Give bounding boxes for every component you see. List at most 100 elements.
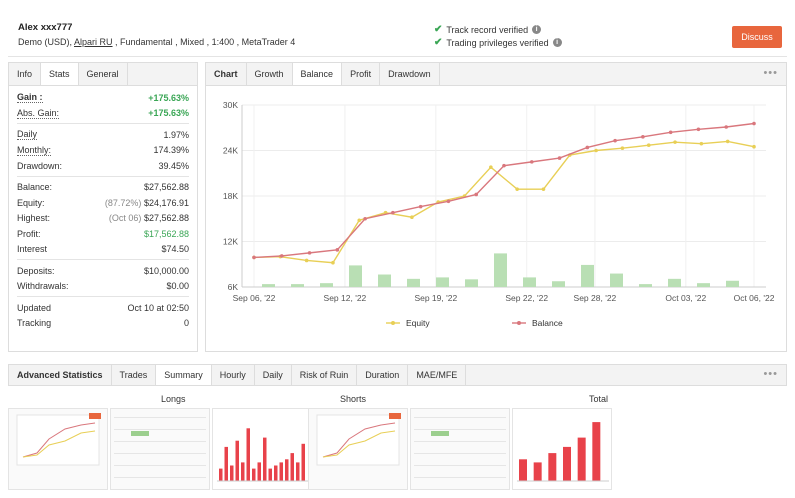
chart-tabbar: Chart Growth Balance Profit Drawdown ••• [206, 63, 786, 86]
updated-label: Updated [17, 302, 52, 313]
abs-gain-label[interactable]: Abs. Gain: [17, 108, 60, 119]
daily-label[interactable]: Daily [17, 129, 38, 141]
data-point-balance [418, 204, 423, 209]
legend-label-balance: Balance [532, 318, 563, 328]
data-point-balance [474, 192, 479, 197]
stat-row-balance: Balance: $27,562.88 [17, 180, 189, 196]
tab-balance[interactable]: Balance [292, 63, 343, 85]
interest-label: Interest [17, 244, 48, 255]
data-point-balance [391, 210, 395, 215]
monthly-label[interactable]: Monthly: [17, 145, 52, 156]
stat-row-gain: Gain : +175.63% [17, 90, 189, 106]
y-tick-label: 12K [223, 237, 238, 247]
data-point-equity [357, 218, 362, 223]
tab-duration[interactable]: Duration [357, 365, 409, 385]
stat-row-interest: Interest $74.50 [17, 242, 189, 258]
divider [17, 259, 189, 260]
data-point-balance [363, 216, 367, 221]
x-tick-label: Sep 06, '22 [233, 293, 276, 303]
data-point-equity [331, 260, 335, 265]
stat-row-withdrawals: Withdrawals: $0.00 [17, 279, 189, 295]
volume-bar [262, 284, 275, 287]
account-meta-suffix: , Fundamental , Mixed , 1:400 , MetaTrad… [112, 37, 296, 47]
shorts-mini-table [410, 408, 510, 490]
legend-label-equity: Equity [406, 318, 430, 328]
tab-growth[interactable]: Growth [247, 63, 293, 85]
highest-value-group: (Oct 06) $27,562.88 [109, 213, 189, 223]
tab-general[interactable]: General [79, 63, 128, 85]
check-icon: ✔ [434, 24, 443, 35]
data-point-equity [752, 144, 756, 149]
data-point-balance [613, 138, 617, 143]
mini-bar [274, 465, 278, 481]
tab-daily[interactable]: Daily [255, 365, 292, 385]
y-tick-label: 24K [223, 146, 238, 156]
stat-row-abs-gain: Abs. Gain: +175.63% [17, 106, 189, 122]
stat-row-profit: Profit: $17,562.88 [17, 226, 189, 242]
tab-chart[interactable]: Chart [206, 63, 247, 85]
left-tabbar: Info Stats General [9, 63, 197, 86]
data-point-balance [502, 163, 506, 168]
tab-risk-of-ruin[interactable]: Risk of Ruin [292, 365, 358, 385]
more-options-icon[interactable]: ••• [763, 368, 778, 380]
gain-label[interactable]: Gain : [17, 92, 43, 104]
stat-row-drawdown: Drawdown: 39.45% [17, 158, 189, 174]
data-point-equity [541, 187, 546, 191]
data-point-balance [307, 251, 312, 255]
y-tick-label: 6K [228, 282, 239, 292]
stat-row-monthly: Monthly: 174.39% [17, 143, 189, 159]
volume-bar [668, 278, 681, 287]
data-point-balance [585, 145, 590, 150]
volume-bar [378, 274, 391, 287]
tab-advanced-statistics[interactable]: Advanced Statistics [9, 365, 112, 385]
stat-row-tracking: Tracking 0 [17, 316, 189, 332]
drawdown-label: Drawdown: [17, 160, 63, 171]
info-icon[interactable]: i [552, 38, 562, 47]
info-icon[interactable]: i [532, 25, 542, 34]
shorts-mini-chart-preview [308, 408, 408, 490]
withdrawals-label: Withdrawals: [17, 281, 69, 292]
longs-title: Longs [161, 394, 186, 404]
gain-value: +175.63% [148, 92, 189, 103]
data-point-equity [410, 215, 414, 220]
divider [17, 123, 189, 124]
withdrawals-value: $0.00 [166, 281, 189, 292]
tab-drawdown[interactable]: Drawdown [380, 63, 440, 85]
x-tick-label: Sep 28, '22 [574, 293, 617, 303]
volume-bar [610, 273, 623, 287]
series-line-balance [253, 122, 755, 259]
tab-mae-mfe[interactable]: MAE/MFE [408, 365, 467, 385]
more-options-icon[interactable]: ••• [763, 67, 778, 79]
data-point-equity [304, 258, 309, 263]
account-header: Alex xxx777 Demo (USD), Alpari RU , Fund… [8, 12, 787, 57]
account-meta: Demo (USD), Alpari RU , Fundamental , Mi… [18, 37, 295, 47]
balance-value: $27,562.88 [143, 182, 189, 193]
data-point-equity [489, 165, 493, 169]
mini-bar [241, 462, 245, 481]
tab-profit[interactable]: Profit [342, 63, 381, 85]
shorts-title: Shorts [340, 394, 367, 404]
account-meta-prefix: Demo (USD), [18, 37, 75, 47]
balance-chart: 30K 24K 18K 12K 6KSep 06, '22 Sep 12, '22 Sep … [223, 100, 775, 328]
tab-info[interactable]: Info [9, 63, 42, 85]
data-point-balance [557, 156, 562, 160]
volume-bar [436, 277, 449, 287]
tab-stats[interactable]: Stats [41, 63, 79, 85]
data-point-equity [646, 143, 651, 147]
discuss-button[interactable]: Discuss [732, 26, 782, 48]
data-point-equity [620, 146, 625, 151]
data-point-balance [335, 248, 340, 252]
interest-value: $74.50 [161, 244, 189, 255]
equity-value-group: (87.72%) $24,176.91 [105, 198, 189, 208]
data-point-balance [752, 121, 756, 126]
broker-link[interactable]: Alpari RU [74, 37, 113, 47]
mini-bar [230, 465, 234, 481]
stat-row-highest: Highest: (Oct 06) $27,562.88 [17, 211, 189, 227]
longs-mini-chart-preview [8, 408, 108, 490]
tab-hourly[interactable]: Hourly [212, 365, 255, 385]
highest-value: $27,562.88 [143, 213, 189, 224]
volume-bar [581, 264, 594, 287]
tab-summary[interactable]: Summary [156, 365, 212, 385]
mini-line-chart [16, 413, 101, 466]
tab-trades[interactable]: Trades [112, 365, 157, 385]
